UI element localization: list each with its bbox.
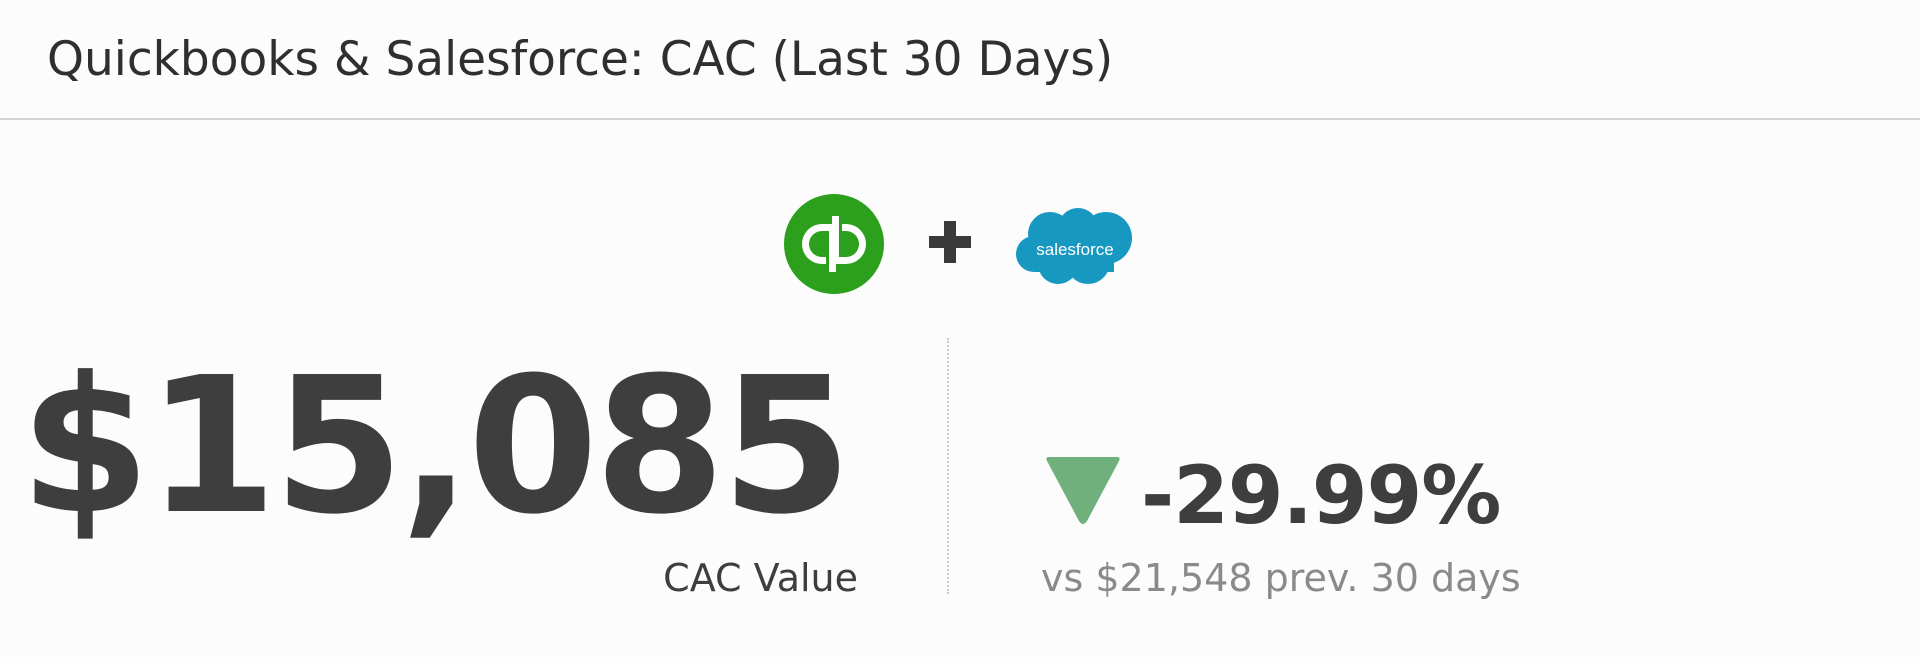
- triangle-down-icon: [1046, 457, 1120, 524]
- metric-divider: [947, 338, 949, 594]
- widget-title: Quickbooks & Salesforce: CAC (Last 30 Da…: [47, 32, 1114, 87]
- integration-logos: salesforce: [784, 194, 1134, 294]
- comparison-text: vs $21,548 prev. 30 days: [1041, 556, 1521, 600]
- salesforce-logo-text: salesforce: [1036, 240, 1113, 259]
- widget-header: Quickbooks & Salesforce: CAC (Last 30 Da…: [0, 0, 1920, 120]
- plus-icon: [929, 221, 971, 263]
- cac-value: $15,085: [19, 337, 852, 556]
- cac-value-label: CAC Value: [663, 556, 858, 600]
- salesforce-logo: salesforce: [1016, 208, 1132, 284]
- quickbooks-logo: [784, 194, 884, 294]
- percent-change: -29.99%: [1141, 449, 1501, 542]
